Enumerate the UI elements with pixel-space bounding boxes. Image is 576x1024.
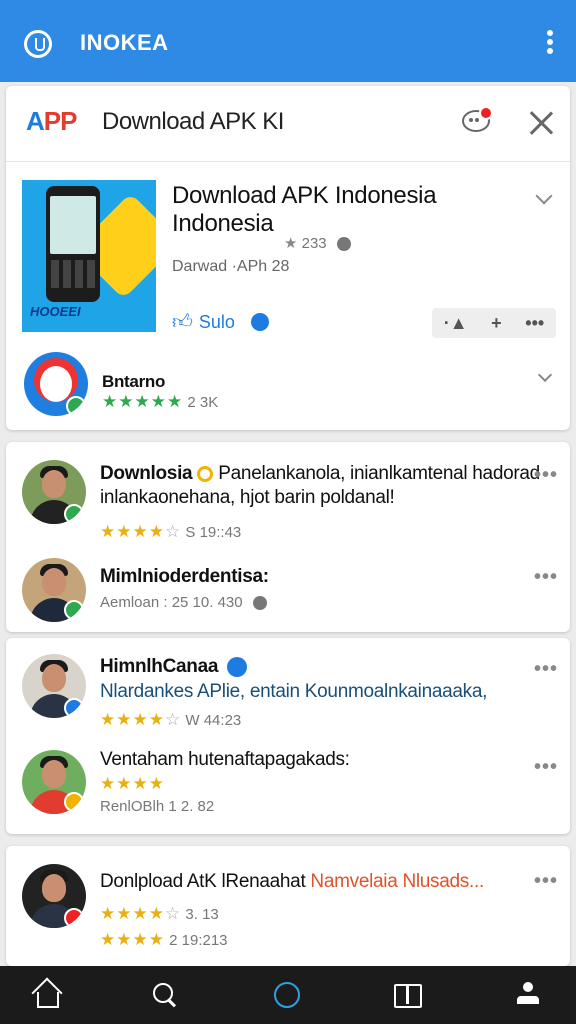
more-options-icon[interactable]: ••• [534, 464, 558, 487]
close-icon[interactable] [526, 108, 556, 138]
more-action[interactable]: ••• [525, 313, 544, 334]
library-icon[interactable] [392, 980, 422, 1010]
ad-card: APP Download APK KI HOOEEI Download APK … [6, 86, 570, 430]
app-title: INOKEA [80, 30, 169, 55]
post-meta-secondary: ★★★★ 2 19:213 [100, 930, 228, 949]
emoji-icon [197, 465, 214, 482]
star-icon: ★ [284, 235, 298, 252]
overflow-menu-icon[interactable] [546, 30, 554, 56]
highlight-text: Namvelaia Nlusads... [310, 871, 484, 892]
chevron-down-icon[interactable] [535, 187, 553, 205]
like-button[interactable]: 👍︎ Sulo [172, 310, 269, 334]
chevron-down-icon[interactable] [537, 367, 553, 383]
ad-header-title: Download APK KI [102, 108, 284, 135]
avatar[interactable] [22, 460, 86, 524]
verified-badge-icon [250, 313, 269, 331]
app-bar: INOKEA [0, 0, 576, 82]
post-meta-secondary: RenlOBlh 1 2. 82 [100, 798, 215, 815]
ad-header: APP Download APK KI [6, 86, 570, 162]
verified-badge-icon [227, 656, 248, 677]
post-meta: ★★★★☆ S 19::43 [100, 522, 242, 541]
ad-action-group: ·▲ + ••• [432, 308, 556, 338]
avatar[interactable] [22, 864, 86, 928]
thumbs-up-icon: 👍︎ [172, 311, 193, 333]
avatar[interactable] [24, 352, 88, 416]
post-meta: ★★★★☆ 3. 13 [100, 904, 219, 923]
app-badge-logo: APP [26, 106, 77, 136]
post-author: Downlosia [100, 463, 193, 484]
profile-icon[interactable] [514, 980, 544, 1010]
post-card: Donlpload AtK lRenaahat Namvelaia Nlusad… [6, 846, 570, 966]
explore-icon[interactable] [272, 980, 302, 1010]
globe-icon [252, 596, 267, 611]
notification-dot [479, 106, 493, 120]
app-thumbnail[interactable]: HOOEEI [22, 180, 156, 332]
thumbnail-label: HOOEEI [30, 304, 81, 319]
share-action[interactable]: ·▲ [444, 313, 468, 334]
app-logo-icon[interactable] [24, 30, 52, 58]
globe-icon [336, 237, 351, 252]
ad-rating: ★ 233 [284, 234, 351, 252]
more-options-icon[interactable]: ••• [534, 658, 558, 681]
avatar[interactable] [22, 654, 86, 718]
post-text[interactable]: Donlpload AtK lRenaahat Namvelaia Nlusad… [100, 870, 540, 894]
post-text[interactable]: Nlardankes APlie, entain Kounmoalnkainaa… [100, 680, 540, 704]
home-icon[interactable] [32, 980, 62, 1010]
ad-subtitle: Darwad ·APh 28 [172, 258, 290, 275]
ad-title[interactable]: Download APK Indonesia Indonesia [172, 182, 502, 238]
post-card: HimnlhCanaa Nlardankes APlie, entain Kou… [6, 638, 570, 834]
more-options-icon[interactable]: ••• [534, 566, 558, 589]
more-options-icon[interactable]: ••• [534, 756, 558, 779]
more-options-icon[interactable]: ••• [534, 870, 558, 893]
post-meta: ★★★★☆ W 44:23 [100, 710, 242, 729]
post-author[interactable]: Ventaham hutenaftapagakads: [100, 748, 350, 772]
avatar[interactable] [22, 750, 86, 814]
bottom-navigation [0, 966, 576, 1024]
avatar[interactable] [22, 558, 86, 622]
post-author[interactable]: HimnlhCanaa [100, 656, 248, 678]
post-meta: Aemloan : 25 10. 430 [100, 594, 267, 611]
post-text[interactable]: Downlosia Panelankanola, inianlkamtenal … [100, 462, 540, 510]
add-action[interactable]: + [491, 313, 502, 334]
featured-rating: ★★★★★ 2 3K [102, 392, 219, 411]
featured-name[interactable]: Bntarno [102, 372, 165, 392]
phone-image [46, 186, 100, 302]
post-card: Downlosia Panelankanola, inianlkamtenal … [6, 442, 570, 632]
post-meta: ★★★★ [100, 774, 165, 793]
post-author[interactable]: Mimlnioderdentisa: [100, 566, 269, 588]
search-icon[interactable] [150, 980, 180, 1010]
